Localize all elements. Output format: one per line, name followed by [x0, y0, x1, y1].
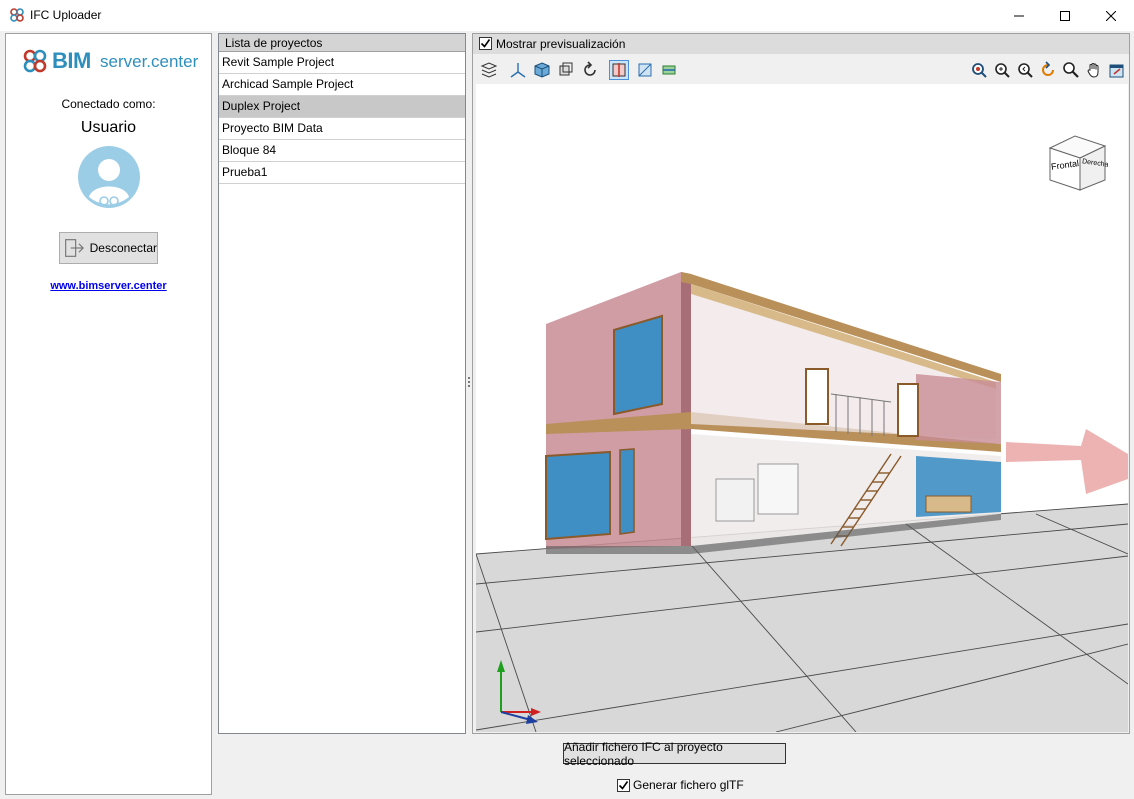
- logout-icon: [65, 239, 84, 257]
- splitter-handle[interactable]: [467, 376, 471, 390]
- pan-hand-icon[interactable]: [1084, 60, 1104, 80]
- list-item[interactable]: Prueba1: [219, 162, 465, 184]
- list-item[interactable]: Revit Sample Project: [219, 52, 465, 74]
- close-button[interactable]: [1088, 0, 1134, 31]
- title-bar: IFC Uploader: [0, 0, 1134, 31]
- preview-panel: Mostrar previsualización Frontal Derecha: [472, 33, 1130, 734]
- orbit-icon[interactable]: [556, 60, 576, 80]
- connected-as-label: Conectado como:: [61, 97, 156, 111]
- disconnect-label: Desconectar: [89, 241, 157, 255]
- username: Usuario: [80, 119, 137, 136]
- zoom-extents-icon[interactable]: [992, 60, 1012, 80]
- list-item-selected[interactable]: Duplex Project: [219, 96, 465, 118]
- section-box-icon[interactable]: [635, 60, 655, 80]
- checkmark-icon: [480, 39, 491, 48]
- zoom-previous-icon[interactable]: [1015, 60, 1035, 80]
- 3d-viewport[interactable]: Frontal Derecha: [476, 84, 1128, 732]
- zoom-icon[interactable]: [1061, 60, 1081, 80]
- maximize-icon: [1060, 10, 1070, 21]
- axes-icon[interactable]: [508, 60, 528, 80]
- logo-text-server: server.center: [100, 52, 199, 71]
- close-icon: [1106, 10, 1116, 21]
- preview-header: Mostrar previsualización: [473, 34, 1129, 54]
- box-3d-icon[interactable]: [532, 60, 552, 80]
- floor-plan-icon[interactable]: [659, 60, 679, 80]
- generate-gltf-checkbox[interactable]: [617, 778, 630, 792]
- list-item[interactable]: Proyecto BIM Data: [219, 118, 465, 140]
- logo-text-bim: BIM: [52, 48, 91, 73]
- maximize-button[interactable]: [1042, 0, 1088, 31]
- section-plane-icon[interactable]: [609, 60, 629, 80]
- account-panel: BIM server.center Conectado como: Usuari…: [5, 33, 212, 795]
- project-list-header: Lista de proyectos: [219, 34, 465, 52]
- disconnect-button[interactable]: Desconectar: [59, 232, 158, 264]
- add-ifc-button[interactable]: Añadir fichero IFC al proyecto seleccion…: [563, 740, 786, 768]
- show-preview-checkbox[interactable]: [479, 37, 492, 50]
- viewer-toolbar: [475, 56, 1127, 84]
- zoom-window-icon[interactable]: [969, 60, 989, 80]
- building-model-render[interactable]: [476, 84, 1128, 732]
- minimize-button[interactable]: [996, 0, 1042, 31]
- layers-icon[interactable]: [479, 60, 499, 80]
- export-view-icon[interactable]: [1107, 60, 1127, 80]
- show-preview-label: Mostrar previsualización: [496, 37, 626, 51]
- generate-gltf-option[interactable]: Generar fichero glTF: [617, 777, 744, 793]
- window-title: IFC Uploader: [30, 8, 102, 22]
- list-item[interactable]: Bloque 84: [219, 140, 465, 162]
- bimserver-logo-icon: [23, 49, 47, 73]
- refresh-view-icon[interactable]: [1038, 60, 1058, 80]
- reset-rotation-icon[interactable]: [580, 60, 600, 80]
- project-list: Lista de proyectos Revit Sample Project …: [218, 33, 466, 734]
- generate-gltf-label: Generar fichero glTF: [633, 778, 744, 792]
- website-link[interactable]: www.bimserver.center: [6, 280, 211, 292]
- avatar: [78, 146, 140, 208]
- app-icon: [10, 8, 24, 22]
- checkmark-icon: [618, 780, 629, 790]
- list-item[interactable]: Archicad Sample Project: [219, 74, 465, 96]
- bimserver-logo: BIM server.center: [22, 48, 202, 74]
- minimize-icon: [1014, 15, 1024, 16]
